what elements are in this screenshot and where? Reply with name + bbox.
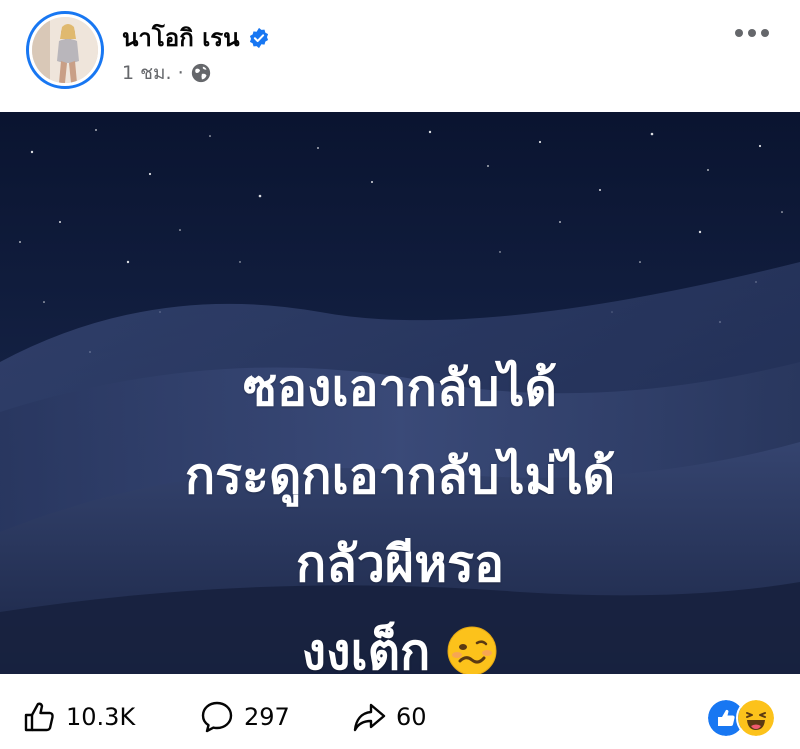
globe-icon [191, 63, 210, 83]
comment-count: 297 [244, 703, 290, 731]
share-count: 60 [396, 703, 427, 731]
reaction-summary[interactable] [706, 698, 776, 738]
comment-bubble-icon [201, 701, 233, 733]
avatar[interactable] [26, 11, 104, 89]
avatar-image [32, 17, 98, 83]
post-media[interactable]: ซองเอากลับได้ กระดูกเอากลับไม่ได้ กลัวผี… [0, 112, 800, 674]
post-timestamp[interactable]: 1 ชม. [122, 58, 172, 88]
post-header: นาโอกิ เรน 1 ชม. · [0, 0, 800, 112]
woozy-face-emoji-icon [447, 626, 497, 674]
thumbs-up-icon [24, 702, 54, 732]
post-text-overlay: ซองเอากลับได้ กระดูกเอากลับไม่ได้ กลัวผี… [0, 344, 800, 674]
like-button[interactable]: 10.3K [22, 700, 135, 734]
post-text-line-with-emoji: งงเต็ก [0, 608, 800, 674]
post-actions-bar: 10.3K 297 60 [0, 674, 800, 749]
share-arrow-icon [353, 703, 386, 732]
post-text-line: กระดูกเอากลับไม่ได้ [184, 447, 616, 505]
meta-separator: · [177, 62, 184, 84]
author-name[interactable]: นาโอกิ เรน [122, 18, 240, 57]
comment-button[interactable]: 297 [200, 700, 290, 734]
haha-reaction-icon [736, 698, 776, 738]
like-count: 10.3K [66, 703, 136, 731]
more-dots-icon [735, 29, 769, 37]
verified-badge-icon [249, 27, 268, 48]
share-button[interactable]: 60 [352, 700, 427, 734]
post-text-line: งงเต็ก [301, 623, 431, 674]
post-text-line: ซองเอากลับได้ [243, 359, 557, 417]
more-options-button[interactable] [730, 18, 774, 48]
post-text-line: กลัวผีหรอ [295, 535, 505, 593]
